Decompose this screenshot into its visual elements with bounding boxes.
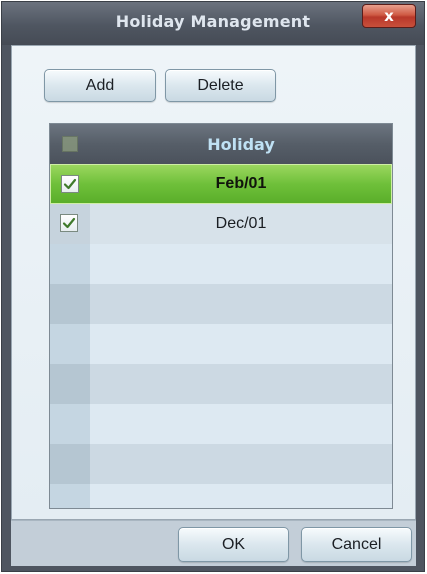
row-gutter [50, 244, 90, 284]
empty-row [50, 284, 392, 324]
close-icon: x [384, 6, 394, 25]
add-button[interactable]: Add [44, 69, 156, 102]
row-gutter [50, 364, 90, 404]
empty-cell [90, 484, 392, 508]
row-gutter [50, 284, 90, 324]
empty-row [50, 324, 392, 364]
empty-cell [90, 404, 392, 444]
column-header-holiday[interactable]: Holiday [90, 135, 392, 154]
empty-row [50, 244, 392, 284]
ok-button[interactable]: OK [178, 527, 289, 562]
empty-cell [90, 444, 392, 484]
row-gutter [50, 484, 90, 508]
holiday-table: Holiday Feb/01 Dec/01 [49, 123, 393, 509]
holiday-date-cell: Feb/01 [215, 175, 267, 192]
empty-cell [90, 284, 392, 324]
empty-row [50, 444, 392, 484]
cancel-button[interactable]: Cancel [301, 527, 412, 562]
row-gutter [50, 204, 90, 244]
check-icon [62, 217, 76, 229]
table-row[interactable]: Feb/01 [50, 164, 392, 204]
select-all-checkbox[interactable] [62, 136, 78, 152]
empty-row [50, 484, 392, 508]
table-row[interactable]: Dec/01 [50, 204, 392, 244]
row-checkbox[interactable] [60, 214, 78, 232]
row-gutter [51, 165, 91, 203]
row-gutter [50, 404, 90, 444]
delete-button[interactable]: Delete [165, 69, 276, 102]
holiday-date-cell: Dec/01 [90, 204, 392, 244]
empty-row [50, 364, 392, 404]
table-header: Holiday [50, 124, 392, 164]
empty-cell [90, 364, 392, 404]
holiday-management-dialog: Holiday Management x Add Delete Holiday … [1, 1, 425, 572]
empty-cell [90, 324, 392, 364]
title-bar[interactable]: Holiday Management x [2, 2, 424, 45]
close-button[interactable]: x [362, 4, 416, 28]
empty-cell [90, 244, 392, 284]
check-icon [63, 178, 77, 190]
row-gutter [50, 444, 90, 484]
row-gutter [50, 324, 90, 364]
row-checkbox[interactable] [61, 175, 79, 193]
dialog-title: Holiday Management [115, 12, 311, 31]
empty-row [50, 404, 392, 444]
